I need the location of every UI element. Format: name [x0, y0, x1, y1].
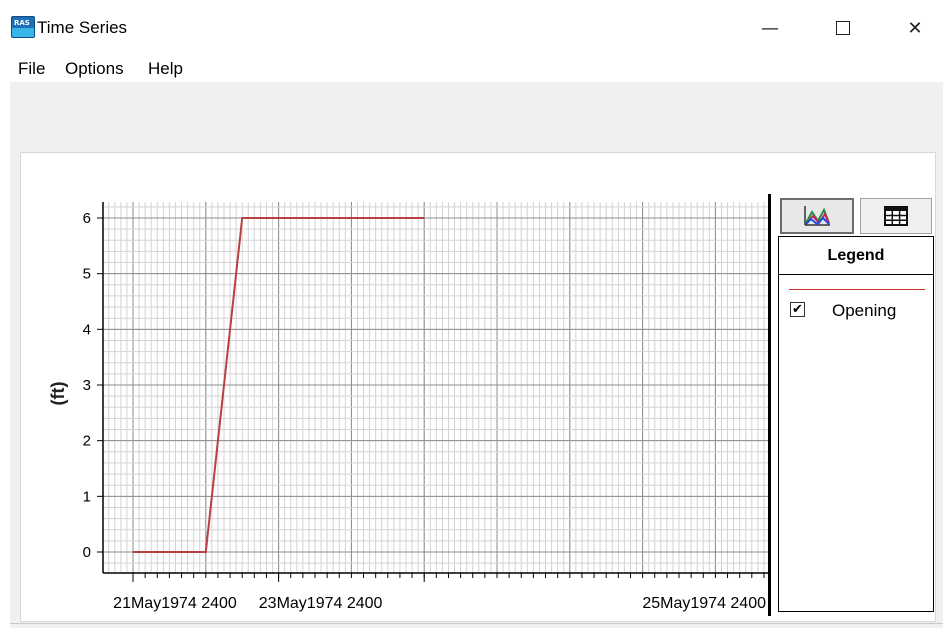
- menu-file[interactable]: File: [18, 59, 45, 79]
- y-tick-label: 4: [83, 321, 91, 338]
- close-icon: ✕: [907, 17, 923, 39]
- legend-item-label: Opening: [832, 301, 897, 320]
- x-tick-label: 21May1974 2400: [113, 595, 237, 612]
- bottom-border: [10, 623, 943, 624]
- y-tick-label: 0: [83, 544, 91, 561]
- close-button[interactable]: ✕: [892, 8, 938, 48]
- y-tick-label: 6: [83, 210, 91, 227]
- menu-options[interactable]: Options: [65, 59, 124, 79]
- window-title: Time Series: [37, 18, 128, 37]
- maximize-button[interactable]: [820, 8, 866, 48]
- menu-help[interactable]: Help: [148, 59, 183, 79]
- legend-line-swatch: [789, 289, 925, 290]
- maximize-icon: [836, 21, 850, 35]
- legend-panel: Legend ✔ Opening: [778, 236, 934, 612]
- legend-title: Legend: [779, 237, 933, 275]
- sidebar-divider[interactable]: [768, 194, 771, 616]
- plot-view-button[interactable]: [780, 198, 854, 234]
- toolbar-area: [10, 82, 943, 146]
- y-axis-label: (ft): [48, 382, 68, 406]
- table-grid-icon: [884, 206, 908, 226]
- hec-ras-app-icon: RAS: [11, 16, 35, 38]
- app-icon-text: RAS: [14, 19, 30, 27]
- y-tick-label: 5: [83, 266, 91, 283]
- table-view-button[interactable]: [860, 198, 932, 234]
- y-tick-label: 3: [83, 377, 91, 394]
- menu-bar: File Options Help: [0, 55, 943, 83]
- minimize-button[interactable]: —: [747, 8, 793, 48]
- title-bar: RAS Time Series — ✕: [0, 0, 943, 54]
- legend-item-checkbox[interactable]: ✔: [790, 302, 805, 317]
- line-chart-icon: [804, 206, 830, 226]
- x-tick-label: 25May1974 2400: [642, 595, 766, 612]
- time-series-chart[interactable]: 0 1 2 3 4 5 6 21May1974 2400 23May1974 2400 25May…: [20, 152, 770, 622]
- y-tick-label: 2: [83, 433, 91, 450]
- minimize-icon: —: [761, 17, 779, 39]
- y-tick-label: 1: [83, 488, 91, 505]
- x-tick-label: 23May1974 2400: [259, 595, 383, 612]
